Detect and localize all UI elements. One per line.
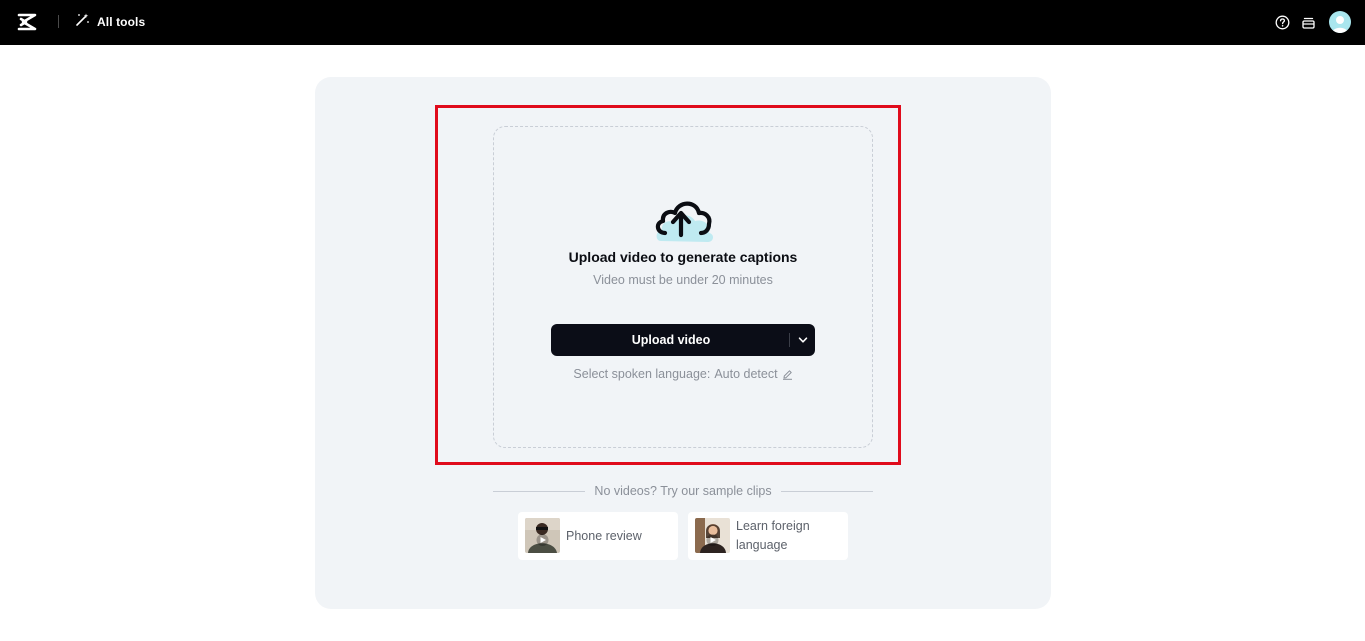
upload-video-button[interactable]: Upload video [551, 324, 815, 356]
upload-button-divider [789, 333, 790, 347]
top-bar: All tools [0, 0, 1365, 45]
all-tools-label: All tools [97, 15, 146, 29]
language-prefix: Select spoken language: [573, 367, 711, 381]
sample-clip-phone-review[interactable]: Phone review [518, 512, 678, 560]
help-icon[interactable] [1275, 15, 1290, 30]
inbox-icon[interactable] [1301, 15, 1316, 30]
samples-separator: No videos? Try our sample clips [493, 482, 873, 500]
logo-icon[interactable] [17, 12, 39, 32]
all-tools-button[interactable]: All tools [75, 12, 145, 32]
sample-thumbnail [695, 518, 730, 553]
upload-subtitle: Video must be under 20 minutes [593, 273, 773, 287]
cloud-upload-icon [651, 191, 717, 247]
separator-line [780, 490, 873, 492]
spoken-language-selector[interactable]: Select spoken language: Auto detect [493, 366, 873, 382]
separator-line [493, 490, 586, 492]
sample-clip-learn-foreign-language[interactable]: Learn foreign language [688, 512, 848, 560]
avatar[interactable] [1329, 11, 1351, 33]
samples-separator-text: No videos? Try our sample clips [594, 484, 772, 498]
sample-thumbnail [525, 518, 560, 553]
language-value[interactable]: Auto detect [714, 367, 777, 381]
upload-title: Upload video to generate captions [568, 249, 798, 265]
edit-pencil-icon[interactable] [782, 369, 793, 380]
chevron-down-icon[interactable] [791, 324, 815, 356]
magic-wand-icon [75, 12, 90, 32]
upload-video-label: Upload video [631, 333, 711, 347]
sample-clip-label: Learn foreign language [736, 519, 810, 552]
header-divider [58, 15, 59, 28]
sample-clip-label: Phone review [566, 528, 642, 543]
